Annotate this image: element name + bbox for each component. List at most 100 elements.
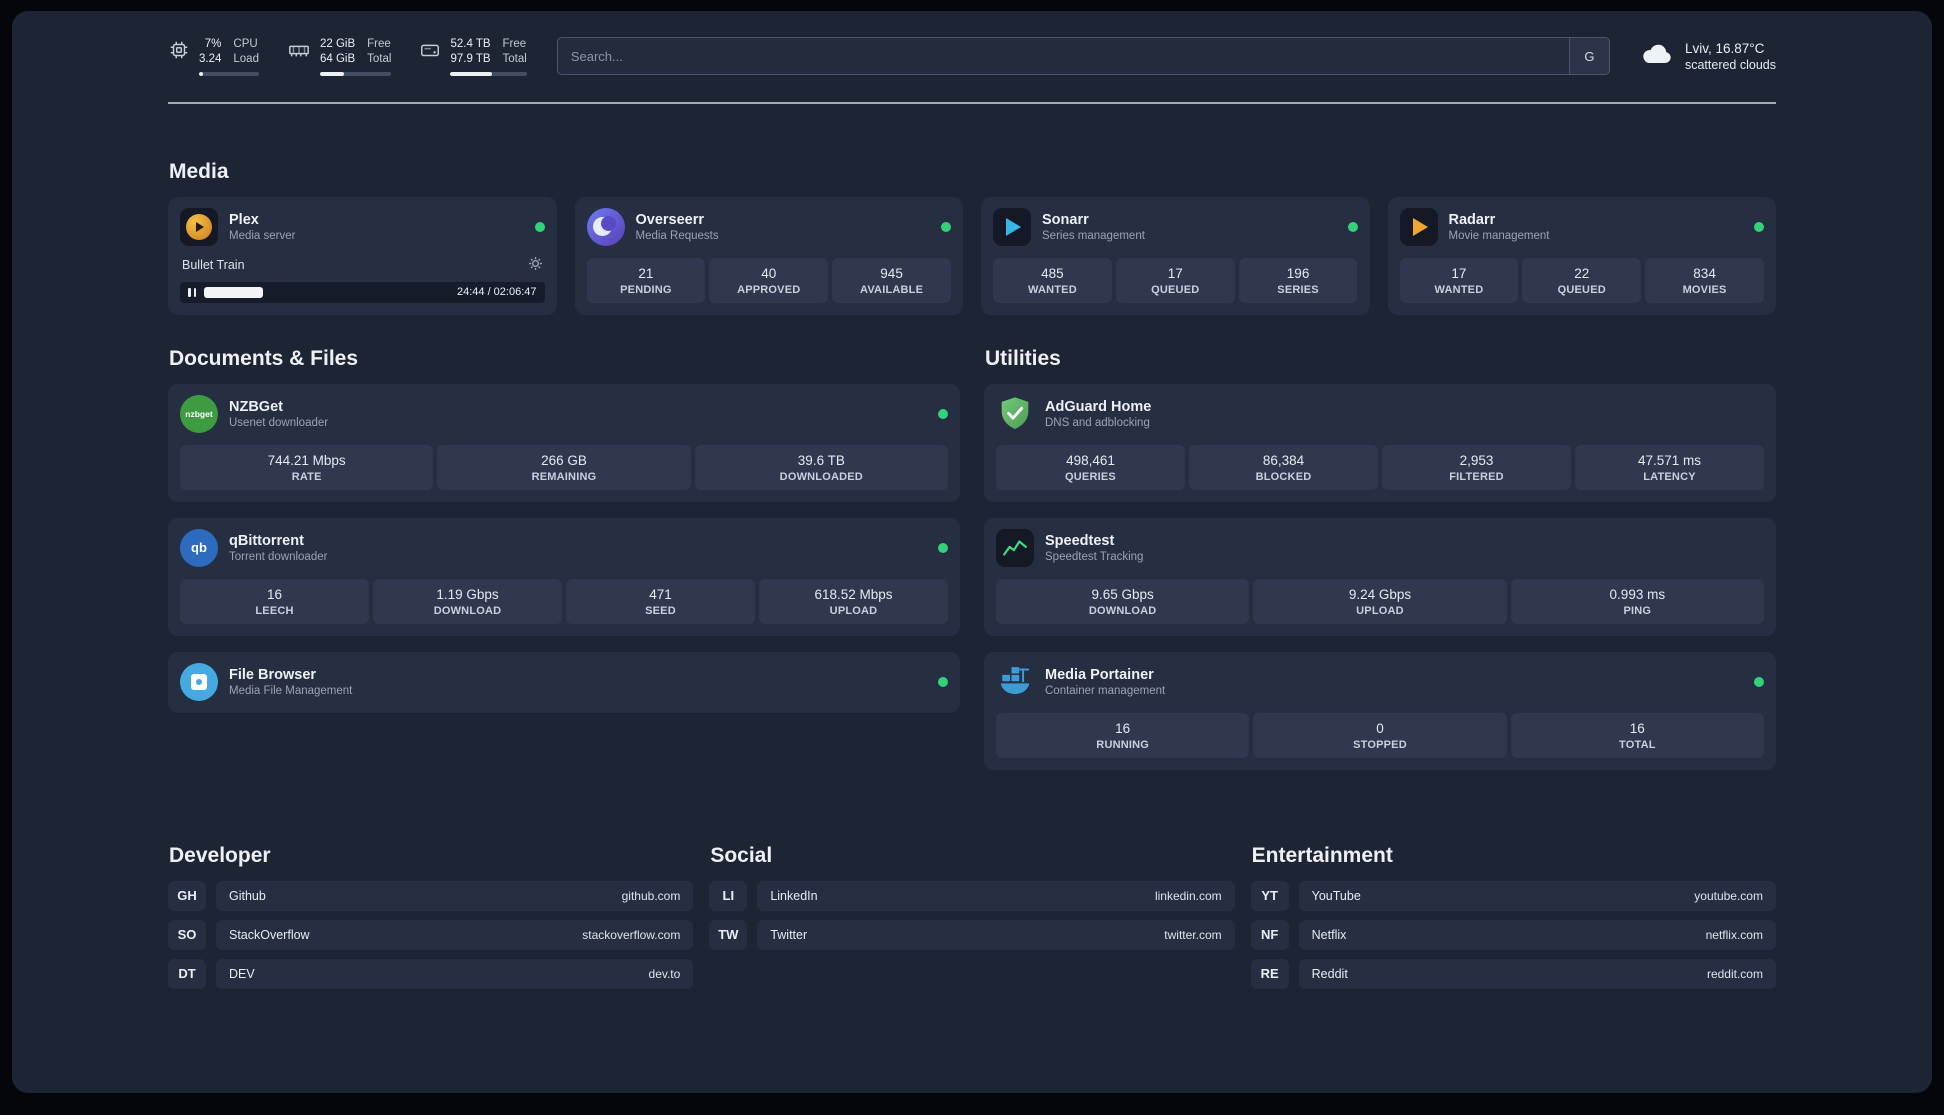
app-subtitle: Series management <box>1042 229 1145 242</box>
stat-label: PING <box>1623 604 1652 617</box>
bookmark-url: github.com <box>621 888 681 903</box>
stat-value: 9.24 Gbps <box>1348 586 1412 602</box>
stat-value: 86,384 <box>1262 452 1305 468</box>
weather-widget[interactable]: Lviv, 16.87°C scattered clouds <box>1640 41 1776 72</box>
dashboard-root: 7% 3.24 CPU Load 22 GiB 64 GiB Free Tota… <box>12 11 1932 1093</box>
bookmark-url: stackoverflow.com <box>582 927 681 942</box>
disk-metric: 52.4 TB 97.9 TB Free Total <box>419 37 527 76</box>
status-dot <box>938 408 948 419</box>
stat-value: 1.19 Gbps <box>436 586 499 602</box>
stat-tile: 618.52 Mbps UPLOAD <box>759 578 948 624</box>
weather-condition: scattered clouds <box>1684 57 1776 72</box>
radarr-card[interactable]: Radarr Movie management 17 WANTED 22 QUE… <box>1387 196 1776 315</box>
bookmark-row[interactable]: LI LinkedIn linkedin.com <box>709 880 1235 911</box>
bookmark-row[interactable]: TW Twitter twitter.com <box>709 919 1235 950</box>
stat-tile: 16 RUNNING <box>996 712 1250 758</box>
developer-section-title: Developer <box>169 843 271 867</box>
ram-free-value: 22 GiB <box>319 38 356 50</box>
stat-tile: 47.571 ms LATENCY <box>1575 444 1764 490</box>
sonarr-card[interactable]: Sonarr Series management 485 WANTED 17 Q… <box>981 196 1370 315</box>
bookmark-abbr[interactable]: LI <box>709 880 748 911</box>
sonarr-icon <box>993 207 1031 246</box>
app-name: AdGuard Home <box>1045 398 1152 415</box>
ram-total-value: 64 GiB <box>319 52 356 65</box>
bookmark-link[interactable]: Netflix netflix.com <box>1298 919 1776 950</box>
portainer-icon <box>996 663 1034 701</box>
qbittorrent-card[interactable]: qb qBittorrent Torrent downloader 16 LEE… <box>168 517 960 636</box>
stat-label: AVAILABLE <box>860 283 924 296</box>
bookmark-row[interactable]: YT YouTube youtube.com <box>1250 880 1776 911</box>
stat-tile: 485 WANTED <box>993 257 1112 303</box>
bookmark-row[interactable]: DT DEV dev.to <box>168 958 694 989</box>
bookmark-abbr[interactable]: YT <box>1250 880 1289 911</box>
stat-value: 485 <box>1041 265 1064 281</box>
bookmark-url: twitter.com <box>1164 927 1222 942</box>
bookmark-url: netflix.com <box>1705 927 1763 942</box>
plex-card[interactable]: Plex Media server Bullet Train 24:44 / 0… <box>168 196 557 315</box>
bookmark-link[interactable]: DEV dev.to <box>216 958 694 989</box>
bookmark-row[interactable]: GH Github github.com <box>168 880 694 911</box>
status-dot <box>938 676 948 687</box>
search-engine-button[interactable]: G <box>1568 38 1609 75</box>
portainer-card[interactable]: Media Portainer Container management 16 … <box>984 651 1776 770</box>
stat-label: WANTED <box>1027 283 1077 296</box>
disk-icon <box>419 39 441 66</box>
app-subtitle: Media File Management <box>229 684 353 697</box>
bookmark-link[interactable]: Twitter twitter.com <box>757 919 1235 950</box>
stat-label: BLOCKED <box>1255 470 1312 483</box>
bookmark-abbr[interactable]: DT <box>168 958 206 989</box>
stat-label: SEED <box>645 604 676 617</box>
cpu-metric: 7% 3.24 CPU Load <box>168 37 259 76</box>
stat-tile: 1.19 Gbps DOWNLOAD <box>373 578 562 624</box>
bookmark-abbr[interactable]: GH <box>168 880 206 911</box>
utilities-section-title: Utilities <box>985 346 1061 370</box>
bookmark-link[interactable]: Github github.com <box>216 880 694 911</box>
bookmark-abbr[interactable]: NF <box>1250 919 1289 950</box>
speedtest-graph-icon <box>996 528 1034 567</box>
bookmark-link[interactable]: StackOverflow stackoverflow.com <box>216 919 694 950</box>
cloud-icon <box>1640 41 1674 72</box>
stat-tile: 196 SERIES <box>1238 257 1358 303</box>
overseerr-icon <box>586 207 625 246</box>
search-input[interactable] <box>557 38 1569 75</box>
stat-label: WANTED <box>1434 283 1484 296</box>
filebrowser-card[interactable]: File Browser Media File Management <box>168 651 960 713</box>
now-playing-title: Bullet Train <box>182 257 245 272</box>
adguard-card[interactable]: AdGuard Home DNS and adblocking 498,461 … <box>984 383 1776 502</box>
app-subtitle: Movie management <box>1448 229 1550 242</box>
playback-progress-bar[interactable]: 24:44 / 02:06:47 <box>180 281 545 303</box>
bookmark-row[interactable]: NF Netflix netflix.com <box>1250 919 1776 950</box>
playback-time: 24:44 / 02:06:47 <box>456 286 537 299</box>
stat-value: 0 <box>1376 720 1384 736</box>
bookmark-abbr[interactable]: TW <box>709 919 748 950</box>
bookmark-abbr[interactable]: SO <box>168 919 206 950</box>
pause-icon[interactable] <box>188 287 196 297</box>
app-subtitle: Media server <box>229 229 296 242</box>
bookmark-row[interactable]: RE Reddit reddit.com <box>1250 958 1776 989</box>
app-subtitle: Media Requests <box>635 229 719 242</box>
bookmark-row[interactable]: SO StackOverflow stackoverflow.com <box>168 919 694 950</box>
stat-tile: 0.993 ms PING <box>1510 578 1764 624</box>
speedtest-card[interactable]: Speedtest Speedtest Tracking 9.65 Gbps D… <box>984 517 1776 636</box>
overseerr-card[interactable]: Overseerr Media Requests 21 PENDING 40 A… <box>574 196 963 315</box>
gear-icon[interactable] <box>528 256 543 274</box>
bookmark-link[interactable]: Reddit reddit.com <box>1298 958 1776 989</box>
stat-value: 16 <box>1115 720 1131 736</box>
stat-label: QUEUED <box>1151 283 1200 296</box>
bookmark-link[interactable]: LinkedIn linkedin.com <box>757 880 1235 911</box>
bookmark-abbr[interactable]: RE <box>1250 958 1289 989</box>
stat-label: DOWNLOADED <box>779 470 863 483</box>
stat-label: UPLOAD <box>1356 604 1404 617</box>
top-bar: 7% 3.24 CPU Load 22 GiB 64 GiB Free Tota… <box>168 37 1776 76</box>
nzbget-card[interactable]: nzbget NZBGet Usenet downloader 744.21 M… <box>168 383 960 502</box>
stat-tile: 945 AVAILABLE <box>832 257 951 303</box>
stat-label: STOPPED <box>1353 738 1407 751</box>
stat-value: 17 <box>1451 265 1467 281</box>
bookmark-name: LinkedIn <box>770 888 818 903</box>
stat-label: SERIES <box>1277 283 1319 296</box>
stat-tile: 22 QUEUED <box>1522 257 1642 303</box>
status-dot <box>1754 676 1764 687</box>
stat-value: 834 <box>1693 265 1716 281</box>
bookmark-link[interactable]: YouTube youtube.com <box>1298 880 1776 911</box>
stat-value: 0.993 ms <box>1609 586 1666 602</box>
